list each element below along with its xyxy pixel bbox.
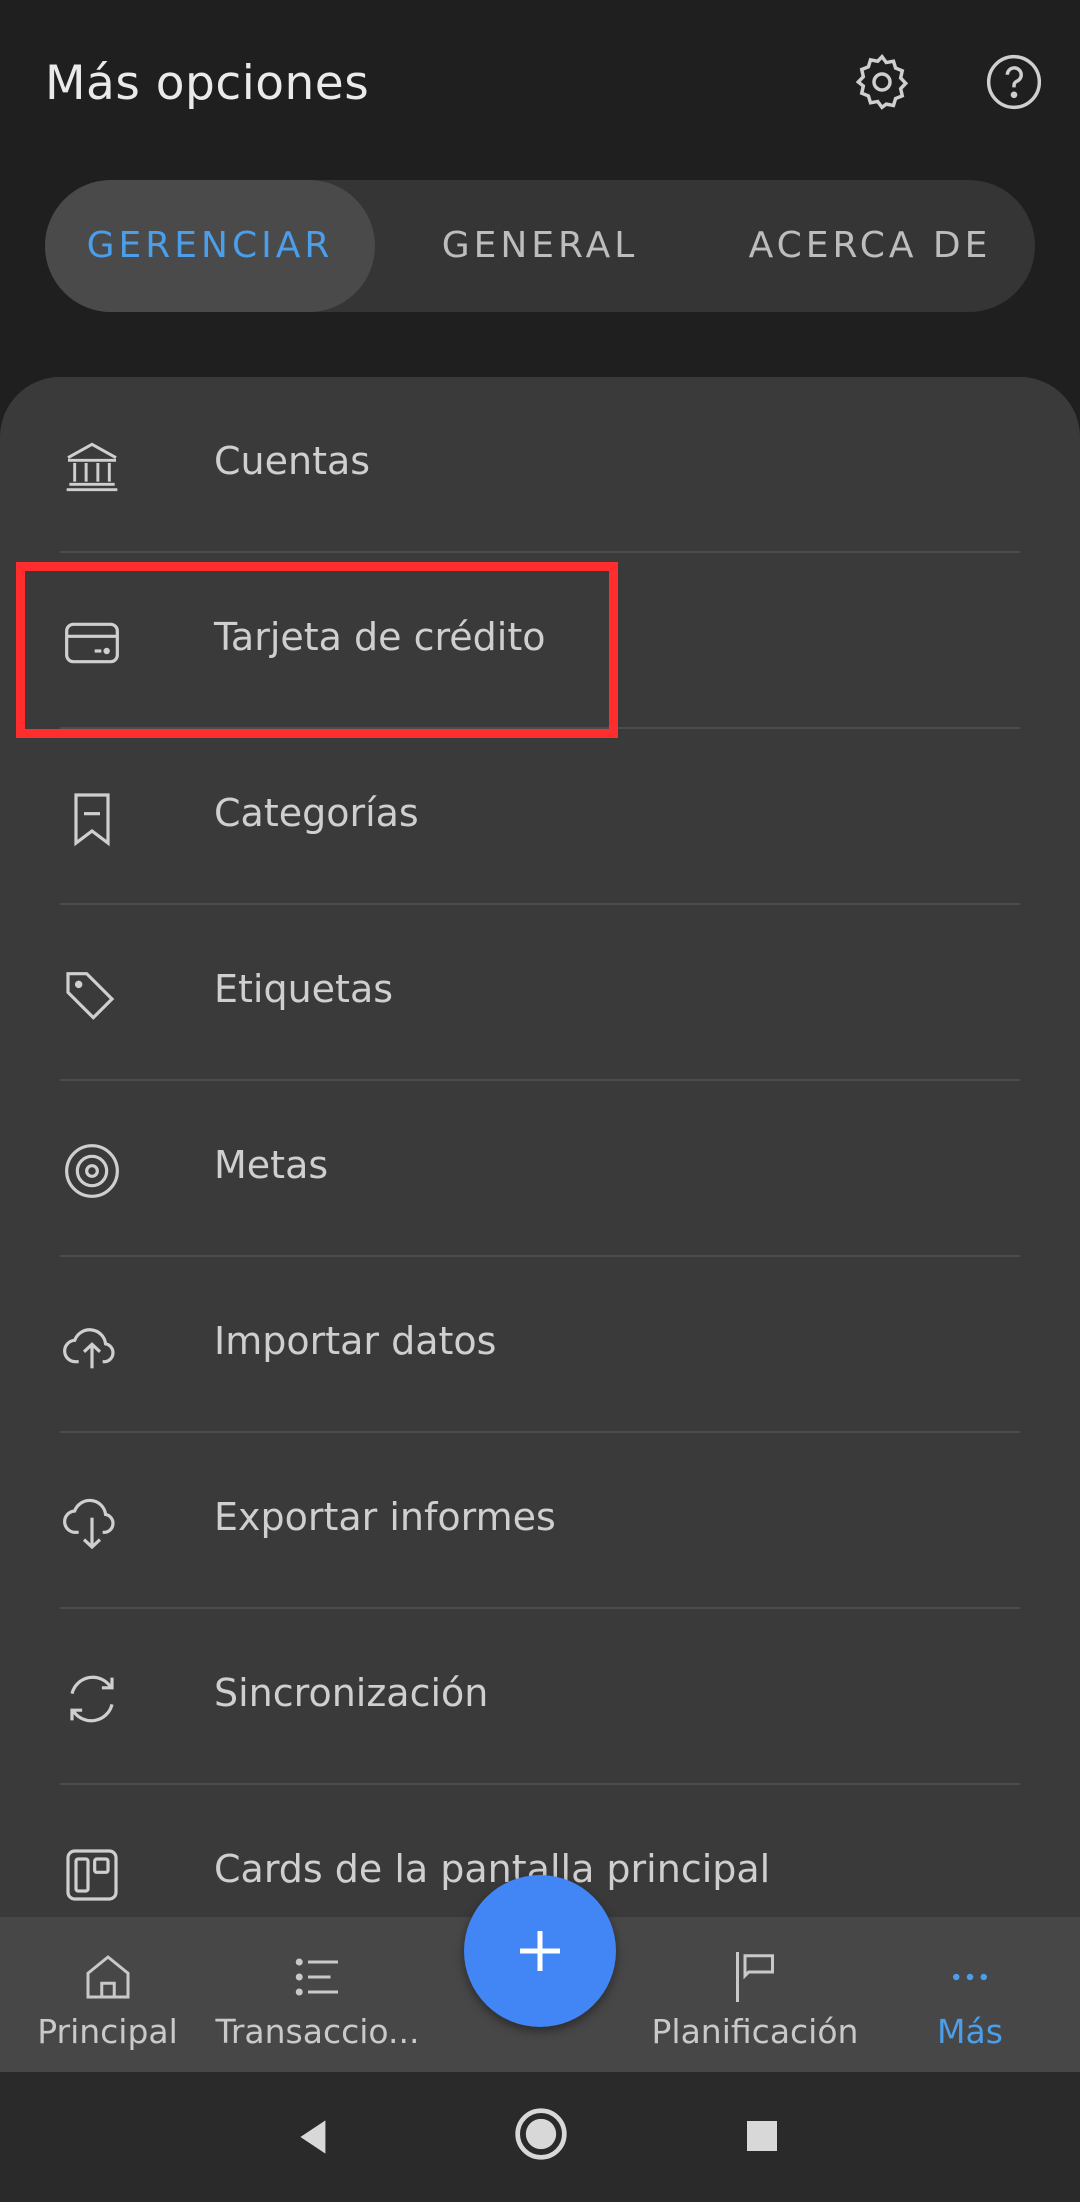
nav-principal[interactable]: Principal bbox=[0, 1917, 215, 2072]
home-icon bbox=[78, 1947, 138, 2007]
back-icon[interactable] bbox=[290, 2112, 340, 2166]
tab-selector: GERENCIAR GENERAL ACERCA DE bbox=[45, 180, 1035, 312]
menu-item-importar-datos[interactable]: Importar datos bbox=[0, 1257, 1080, 1433]
menu-item-etiquetas[interactable]: Etiquetas bbox=[0, 905, 1080, 1081]
bank-icon bbox=[60, 435, 124, 499]
menu-item-metas[interactable]: Metas bbox=[0, 1081, 1080, 1257]
home-circle-icon[interactable] bbox=[513, 2106, 569, 2166]
tab-general[interactable]: GENERAL bbox=[375, 180, 705, 312]
page-title: Más opciones bbox=[45, 56, 370, 111]
dashboard-cards-icon bbox=[60, 1843, 124, 1907]
menu-item-label: Etiquetas bbox=[214, 967, 394, 1011]
plus-icon bbox=[520, 1931, 560, 1971]
nav-label: Planificación bbox=[651, 2012, 859, 2051]
menu-item-cuentas[interactable]: Cuentas bbox=[0, 377, 1080, 553]
highlight-box bbox=[16, 562, 618, 738]
system-navigation-bar bbox=[0, 2072, 1080, 2202]
target-icon bbox=[60, 1139, 124, 1203]
tab-gerenciar[interactable]: GERENCIAR bbox=[45, 180, 375, 312]
menu-item-label: Importar datos bbox=[214, 1319, 497, 1363]
tag-icon bbox=[60, 963, 124, 1027]
nav-mas[interactable]: Más bbox=[880, 1917, 1060, 2072]
nav-label: Más bbox=[937, 2012, 1003, 2051]
bookmark-icon bbox=[60, 787, 124, 851]
menu-item-exportar-informes[interactable]: Exportar informes bbox=[0, 1433, 1080, 1609]
menu-item-label: Cards de la pantalla principal bbox=[214, 1847, 771, 1891]
help-circle-icon[interactable] bbox=[982, 50, 1046, 114]
more-horizontal-icon bbox=[940, 1947, 1000, 2007]
gear-icon[interactable] bbox=[850, 50, 914, 114]
list-icon bbox=[288, 1947, 348, 2007]
app-header: Más opciones bbox=[0, 0, 1080, 170]
menu-item-label: Categorías bbox=[214, 791, 419, 835]
menu-item-sincronizacion[interactable]: Sincronización bbox=[0, 1609, 1080, 1785]
menu-item-label: Metas bbox=[214, 1143, 329, 1187]
menu-item-categorias[interactable]: Categorías bbox=[0, 729, 1080, 905]
menu-item-label: Sincronización bbox=[214, 1671, 489, 1715]
tab-acerca-de[interactable]: ACERCA DE bbox=[705, 180, 1035, 312]
add-transaction-button[interactable] bbox=[464, 1875, 616, 2027]
nav-planificacion[interactable]: Planificación bbox=[640, 1917, 870, 2072]
flag-icon bbox=[725, 1947, 785, 2007]
cloud-download-icon bbox=[60, 1491, 124, 1555]
nav-label: Principal bbox=[37, 2012, 178, 2051]
nav-label: Transaccio... bbox=[215, 2012, 420, 2051]
recents-icon[interactable] bbox=[744, 2118, 780, 2158]
sync-icon bbox=[60, 1667, 124, 1731]
cloud-upload-icon bbox=[60, 1315, 124, 1379]
nav-transacciones[interactable]: Transaccio... bbox=[205, 1917, 430, 2072]
menu-item-label: Cuentas bbox=[214, 439, 371, 483]
menu-item-label: Exportar informes bbox=[214, 1495, 556, 1539]
